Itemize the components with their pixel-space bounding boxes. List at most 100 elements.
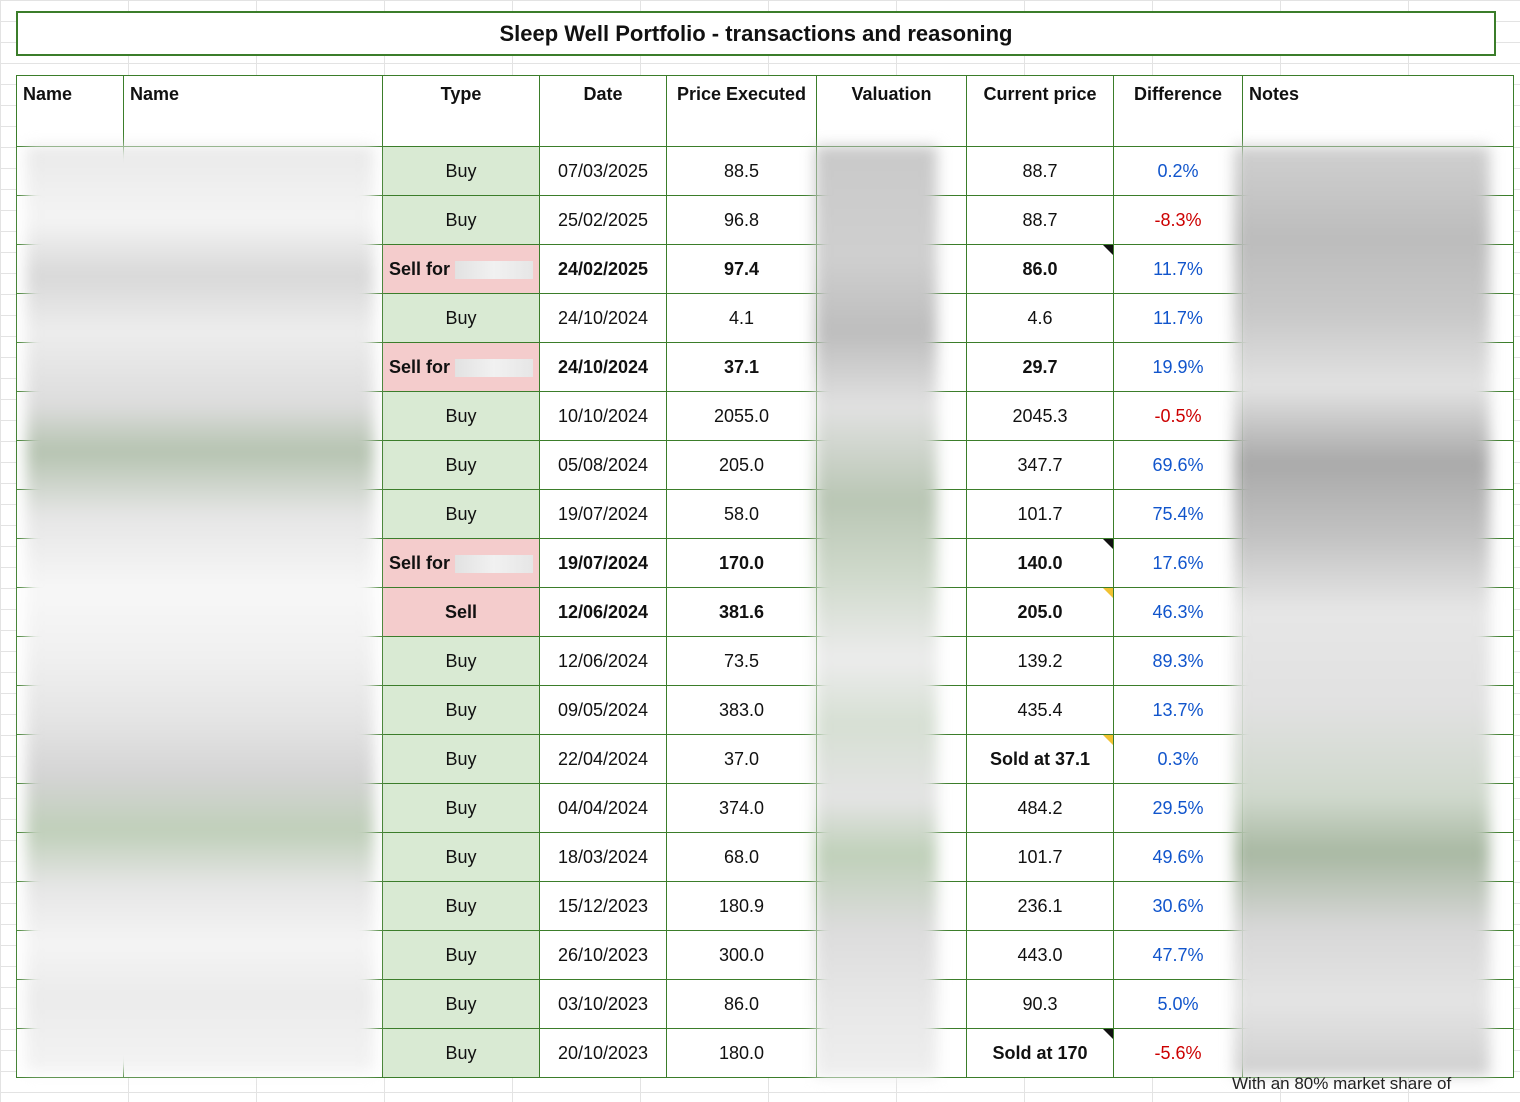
difference-cell[interactable]: 30.6% [1113,881,1244,931]
type-cell[interactable]: Buy [381,1028,541,1078]
date-cell[interactable]: 03/10/2023 [539,979,668,1029]
notes-cell[interactable] [1242,685,1515,735]
valuation-cell[interactable] [816,489,968,539]
difference-cell[interactable]: 13.7% [1113,685,1244,735]
price-executed-cell[interactable]: 381.6 [666,587,818,637]
date-cell[interactable]: 20/10/2023 [539,1028,668,1078]
current-price-cell[interactable]: 101.7 [966,832,1115,882]
valuation-cell[interactable] [816,881,968,931]
type-cell[interactable]: Buy [381,930,541,980]
date-cell[interactable]: 24/10/2024 [539,293,668,343]
name-detail-cell[interactable] [123,342,383,392]
type-cell[interactable]: Buy [381,685,541,735]
notes-cell[interactable] [1242,293,1515,343]
difference-cell[interactable]: 11.7% [1113,244,1244,294]
current-price-cell[interactable]: Sold at 37.1 [966,734,1115,784]
name-cell[interactable] [16,146,124,196]
date-cell[interactable]: 19/07/2024 [539,489,668,539]
notes-cell[interactable] [1242,244,1515,294]
difference-cell[interactable]: 0.3% [1113,734,1244,784]
valuation-cell[interactable] [816,1028,968,1078]
valuation-cell[interactable] [816,342,968,392]
name-detail-cell[interactable] [123,440,383,490]
price-executed-cell[interactable]: 2055.0 [666,391,818,441]
type-cell[interactable]: Buy [381,734,541,784]
price-executed-cell[interactable]: 180.0 [666,1028,818,1078]
name-cell[interactable] [16,538,124,588]
current-price-cell[interactable]: 2045.3 [966,391,1115,441]
current-price-cell[interactable]: 101.7 [966,489,1115,539]
header-valuation[interactable]: Valuation [816,75,968,147]
name-cell[interactable] [16,342,124,392]
name-detail-cell[interactable] [123,146,383,196]
header-date[interactable]: Date [539,75,668,147]
difference-cell[interactable]: 19.9% [1113,342,1244,392]
sheet-title[interactable]: Sleep Well Portfolio - transactions and … [16,11,1496,56]
header-difference[interactable]: Difference [1113,75,1244,147]
name-cell[interactable] [16,489,124,539]
difference-cell[interactable]: 46.3% [1113,587,1244,637]
current-price-cell[interactable]: 88.7 [966,195,1115,245]
difference-cell[interactable]: -0.5% [1113,391,1244,441]
current-price-cell[interactable]: 86.0 [966,244,1115,294]
type-cell[interactable]: Sell [381,587,541,637]
notes-cell[interactable] [1242,146,1515,196]
date-cell[interactable]: 18/03/2024 [539,832,668,882]
price-executed-cell[interactable]: 96.8 [666,195,818,245]
notes-cell[interactable] [1242,881,1515,931]
current-price-cell[interactable]: 236.1 [966,881,1115,931]
notes-cell[interactable] [1242,538,1515,588]
price-executed-cell[interactable]: 374.0 [666,783,818,833]
valuation-cell[interactable] [816,538,968,588]
header-name-1[interactable]: Name [16,75,124,147]
price-executed-cell[interactable]: 73.5 [666,636,818,686]
difference-cell[interactable]: 5.0% [1113,979,1244,1029]
name-detail-cell[interactable] [123,685,383,735]
name-cell[interactable] [16,832,124,882]
difference-cell[interactable]: -5.6% [1113,1028,1244,1078]
notes-cell[interactable] [1242,783,1515,833]
date-cell[interactable]: 10/10/2024 [539,391,668,441]
name-cell[interactable] [16,734,124,784]
name-cell[interactable] [16,195,124,245]
date-cell[interactable]: 09/05/2024 [539,685,668,735]
difference-cell[interactable]: -8.3% [1113,195,1244,245]
price-executed-cell[interactable]: 37.0 [666,734,818,784]
difference-cell[interactable]: 17.6% [1113,538,1244,588]
header-notes[interactable]: Notes [1242,75,1515,147]
price-executed-cell[interactable]: 86.0 [666,979,818,1029]
type-cell[interactable]: Buy [381,489,541,539]
current-price-cell[interactable]: 4.6 [966,293,1115,343]
notes-cell[interactable] [1242,391,1515,441]
notes-cell[interactable] [1242,1028,1515,1078]
valuation-cell[interactable] [816,440,968,490]
price-executed-cell[interactable]: 4.1 [666,293,818,343]
price-executed-cell[interactable]: 68.0 [666,832,818,882]
notes-cell[interactable] [1242,636,1515,686]
date-cell[interactable]: 07/03/2025 [539,146,668,196]
name-detail-cell[interactable] [123,979,383,1029]
price-executed-cell[interactable]: 58.0 [666,489,818,539]
current-price-cell[interactable]: 205.0 [966,587,1115,637]
current-price-cell[interactable]: 29.7 [966,342,1115,392]
comment-marker-icon[interactable] [1103,245,1113,255]
current-price-cell[interactable]: 88.7 [966,146,1115,196]
price-executed-cell[interactable]: 205.0 [666,440,818,490]
name-cell[interactable] [16,440,124,490]
comment-marker-icon[interactable] [1103,539,1113,549]
name-detail-cell[interactable] [123,391,383,441]
name-cell[interactable] [16,1028,124,1078]
comment-marker-icon[interactable] [1103,735,1113,745]
difference-cell[interactable]: 89.3% [1113,636,1244,686]
current-price-cell[interactable]: 347.7 [966,440,1115,490]
notes-cell[interactable] [1242,342,1515,392]
valuation-cell[interactable] [816,832,968,882]
valuation-cell[interactable] [816,391,968,441]
current-price-cell[interactable]: 140.0 [966,538,1115,588]
type-cell[interactable]: Buy [381,293,541,343]
name-detail-cell[interactable] [123,783,383,833]
date-cell[interactable]: 12/06/2024 [539,636,668,686]
name-detail-cell[interactable] [123,587,383,637]
name-cell[interactable] [16,244,124,294]
current-price-cell[interactable]: 484.2 [966,783,1115,833]
